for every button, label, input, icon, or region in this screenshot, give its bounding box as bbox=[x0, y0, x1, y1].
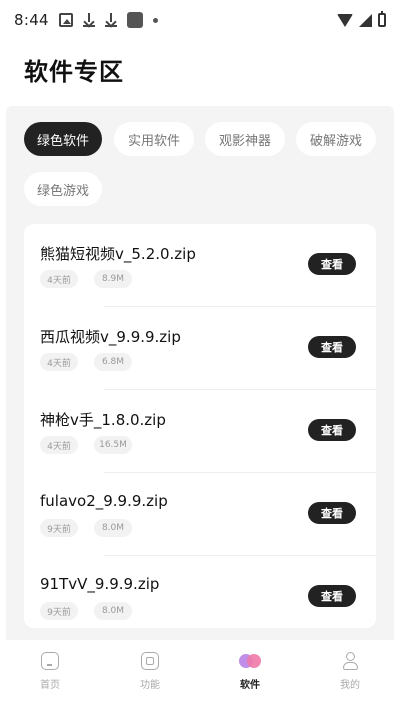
download-icon bbox=[104, 13, 117, 27]
tab-cracked-games[interactable]: 破解游戏 bbox=[296, 122, 376, 156]
list-item[interactable]: 熊猫短视频v_5.2.0.zip 4天前 8.9M 查看 bbox=[24, 224, 376, 307]
item-size-badge: 8.0M bbox=[94, 519, 132, 537]
item-size-badge: 8.9M bbox=[94, 270, 132, 288]
item-name: 91TvV_9.9.9.zip bbox=[40, 575, 160, 593]
item-age-badge: 4天前 bbox=[40, 353, 78, 371]
view-button[interactable]: 查看 bbox=[308, 585, 356, 607]
nav-label: 首页 bbox=[40, 680, 60, 691]
list-item[interactable]: 西瓜视频v_9.9.9.zip 4天前 6.8M 查看 bbox=[24, 307, 376, 390]
view-button[interactable]: 查看 bbox=[308, 419, 356, 441]
item-name: fulavo2_9.9.9.zip bbox=[40, 492, 168, 510]
item-name: 西瓜视频v_9.9.9.zip bbox=[40, 328, 181, 346]
item-size-badge: 8.0M bbox=[94, 602, 132, 620]
nav-label: 我的 bbox=[340, 680, 360, 691]
battery-icon bbox=[378, 11, 386, 27]
list-item[interactable]: fulavo2_9.9.9.zip 9天前 8.0M 查看 bbox=[24, 473, 376, 556]
nav-label: 功能 bbox=[140, 680, 160, 691]
app-icon bbox=[126, 12, 143, 28]
tab-green-software[interactable]: 绿色软件 bbox=[24, 122, 102, 156]
software-list: 熊猫短视频v_5.2.0.zip 4天前 8.9M 查看 西瓜视频v_9.9.9… bbox=[24, 224, 376, 628]
view-button[interactable]: 查看 bbox=[308, 502, 356, 524]
nav-item-function[interactable]: 功能 bbox=[100, 640, 200, 709]
tab-green-games[interactable]: 绿色游戏 bbox=[24, 172, 102, 206]
download-icon bbox=[82, 13, 95, 27]
page-title: 软件专区 bbox=[24, 58, 124, 86]
home-icon bbox=[41, 652, 59, 670]
content-area: 绿色软件 实用软件 观影神器 破解游戏 绿色游戏 熊猫短视频v_5.2.0.zi… bbox=[6, 106, 394, 640]
item-name: 熊猫短视频v_5.2.0.zip bbox=[40, 245, 196, 263]
nav-item-profile[interactable]: 我的 bbox=[300, 640, 400, 709]
item-age-badge: 9天前 bbox=[40, 519, 78, 537]
item-age-badge: 9天前 bbox=[40, 602, 78, 620]
bottom-nav: 首页 功能 软件 我的 bbox=[0, 640, 400, 709]
status-left: 8:44 bbox=[14, 11, 158, 29]
item-age-badge: 4天前 bbox=[40, 270, 78, 288]
item-size-badge: 16.5M bbox=[94, 436, 132, 454]
list-item[interactable]: 神枪v手_1.8.0.zip 4天前 16.5M 查看 bbox=[24, 390, 376, 473]
list-item[interactable]: 91TvV_9.9.9.zip 9天前 8.0M 查看 bbox=[24, 556, 376, 628]
software-icon bbox=[239, 652, 261, 670]
image-icon bbox=[58, 13, 73, 27]
tab-utility-software[interactable]: 实用软件 bbox=[114, 122, 194, 156]
status-right bbox=[337, 11, 386, 27]
nav-item-software[interactable]: 软件 bbox=[200, 640, 300, 709]
dot-icon bbox=[152, 17, 158, 23]
view-button[interactable]: 查看 bbox=[308, 336, 356, 358]
item-age-badge: 4天前 bbox=[40, 436, 78, 454]
signal-icon bbox=[359, 13, 372, 27]
nav-item-home[interactable]: 首页 bbox=[0, 640, 100, 709]
profile-icon bbox=[341, 652, 359, 670]
view-button[interactable]: 查看 bbox=[308, 253, 356, 275]
function-icon bbox=[141, 652, 159, 670]
status-time: 8:44 bbox=[14, 11, 49, 29]
status-bar: 8:44 bbox=[0, 0, 400, 40]
item-name: 神枪v手_1.8.0.zip bbox=[40, 411, 166, 429]
wifi-icon bbox=[337, 13, 353, 27]
tab-movie-tools[interactable]: 观影神器 bbox=[205, 122, 285, 156]
nav-label: 软件 bbox=[240, 680, 260, 691]
item-size-badge: 6.8M bbox=[94, 353, 132, 371]
